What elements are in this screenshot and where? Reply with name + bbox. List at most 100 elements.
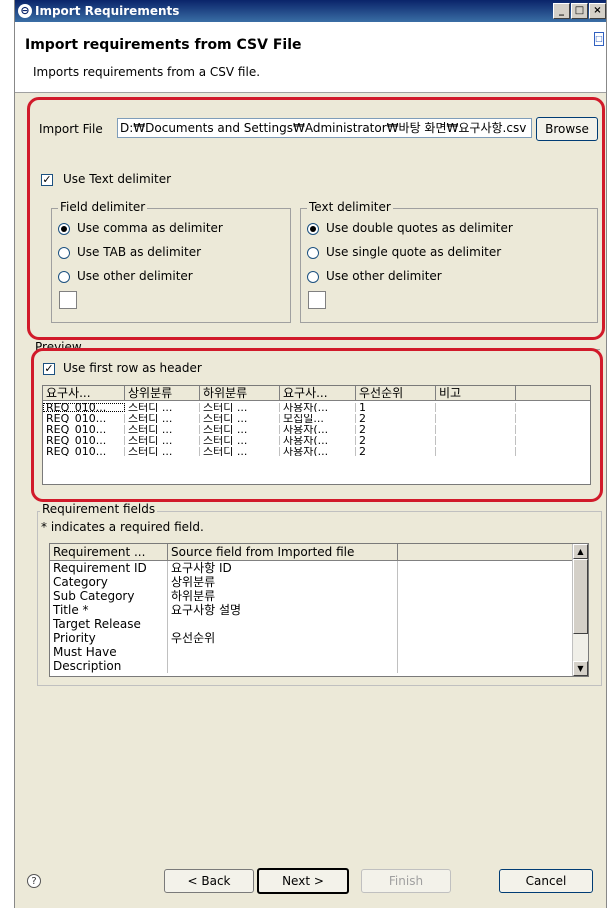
field-other-input[interactable] — [59, 291, 77, 309]
table-cell: 스터디 ... — [125, 414, 200, 423]
preview-col-header[interactable]: 하위분류 — [200, 386, 280, 400]
scroll-thumb[interactable] — [573, 559, 588, 634]
table-cell: 1 — [356, 403, 436, 412]
text-delimiter-title: Text delimiter — [307, 200, 393, 214]
next-button[interactable]: Next > — [257, 868, 349, 894]
table-cell: Priority — [50, 631, 168, 645]
preview-col-header[interactable]: 요구사... — [43, 386, 125, 400]
scroll-up-icon[interactable]: ▲ — [573, 544, 588, 559]
import-file-label: Import File — [39, 122, 103, 136]
browse-button[interactable]: Browse — [536, 117, 598, 141]
table-row[interactable]: REQ_010... 스터디 ... 스터디 ... 사용자(... 2 — [43, 447, 516, 456]
text-double-quote-radio[interactable] — [307, 223, 319, 235]
minimize-button[interactable]: _ — [553, 3, 570, 19]
preview-col-header[interactable]: 우선순위 — [356, 386, 436, 400]
cancel-button[interactable]: Cancel — [499, 869, 593, 893]
field-delimiter-title: Field delimiter — [58, 200, 148, 214]
table-cell: 상위분류 — [168, 575, 398, 589]
title-bar[interactable]: ⊖ Import Requirements _ □ × — [15, 0, 606, 22]
requirement-fields-table[interactable]: Requirement ... Source field from Import… — [49, 543, 589, 677]
table-cell: 우선순위 — [168, 631, 398, 645]
field-comma-label: Use comma as delimiter — [77, 221, 223, 235]
table-cell: 하위분류 — [168, 589, 398, 603]
table-cell — [436, 414, 516, 423]
table-cell: Requirement ID — [50, 561, 168, 575]
scroll-down-icon[interactable]: ▼ — [573, 661, 588, 676]
close-button[interactable]: × — [589, 3, 606, 19]
table-cell: Category — [50, 575, 168, 589]
text-other-label: Use other delimiter — [326, 269, 442, 283]
table-cell: REQ_010... — [43, 403, 125, 412]
table-cell — [168, 645, 398, 659]
table-cell: Title * — [50, 603, 168, 617]
text-single-quote-radio[interactable] — [307, 247, 319, 259]
table-cell: REQ_010... — [43, 447, 125, 456]
table-cell: Target Release — [50, 617, 168, 631]
wizard-description: Imports requirements from a CSV file. — [33, 65, 261, 79]
text-other-radio[interactable] — [307, 271, 319, 283]
use-text-delimiter-label: Use Text delimiter — [63, 172, 172, 186]
preview-col-header[interactable]: 요구사... — [280, 386, 356, 400]
table-row[interactable]: Target Release — [50, 617, 398, 631]
text-double-quote-label: Use double quotes as delimiter — [326, 221, 513, 235]
table-row[interactable]: Sub Category 하위분류 — [50, 589, 398, 603]
table-cell: 모집일... — [280, 414, 356, 423]
back-button[interactable]: < Back — [164, 869, 254, 893]
import-file-field[interactable]: D:₩Documents and Settings₩Administrator₩… — [117, 118, 532, 138]
table-cell: 스터디 ... — [125, 403, 200, 412]
table-cell: 2 — [356, 425, 436, 434]
table-row[interactable]: Priority 우선순위 — [50, 631, 398, 645]
table-row[interactable]: REQ_010... 스터디 ... 스터디 ... 모집일... 2 — [43, 414, 516, 423]
table-row[interactable]: Category 상위분류 — [50, 575, 398, 589]
preview-table-header: 요구사... 상위분류 하위분류 요구사... 우선순위 비고 — [43, 386, 590, 401]
finish-button: Finish — [361, 869, 451, 893]
preview-col-header-filler — [516, 386, 590, 400]
field-other-radio[interactable] — [58, 271, 70, 283]
table-row[interactable]: Description — [50, 659, 398, 673]
table-cell: REQ_010... — [43, 414, 125, 423]
req-col-header[interactable]: Source field from Imported file — [168, 544, 398, 560]
table-cell: Must Have — [50, 645, 168, 659]
table-cell: 스터디 ... — [200, 403, 280, 412]
table-cell — [436, 447, 516, 456]
table-cell — [436, 436, 516, 445]
table-cell: 사용자(... — [280, 436, 356, 445]
table-row[interactable]: Title * 요구사항 설명 — [50, 603, 398, 617]
preview-table[interactable]: 요구사... 상위분류 하위분류 요구사... 우선순위 비고 REQ_010.… — [42, 385, 591, 485]
table-row[interactable]: Must Have — [50, 645, 398, 659]
table-row[interactable]: REQ_010... 스터디 ... 스터디 ... 사용자(... 2 — [43, 436, 516, 445]
table-row[interactable]: REQ_010... 스터디 ... 스터디 ... 사용자(... 2 — [43, 425, 516, 434]
text-single-quote-label: Use single quote as delimiter — [326, 245, 502, 259]
table-cell: Description — [50, 659, 168, 673]
table-row[interactable]: REQ_010... 스터디 ... 스터디 ... 사용자(... 1 — [43, 403, 516, 412]
req-col-header[interactable]: Requirement ... — [50, 544, 168, 560]
use-text-delimiter-checkbox[interactable]: ✓ — [41, 174, 53, 186]
table-cell: 사용자(... — [280, 403, 356, 412]
table-cell — [436, 403, 516, 412]
help-icon[interactable]: ? — [27, 874, 41, 888]
table-cell: Sub Category — [50, 589, 168, 603]
field-comma-radio[interactable] — [58, 223, 70, 235]
table-cell: 스터디 ... — [200, 425, 280, 434]
required-field-note: * indicates a required field. — [41, 520, 204, 534]
field-tab-radio[interactable] — [58, 247, 70, 259]
preview-col-header[interactable]: 비고 — [436, 386, 516, 400]
table-cell: 스터디 ... — [125, 447, 200, 456]
preview-col-header[interactable]: 상위분류 — [125, 386, 200, 400]
wizard-header: Import requirements from CSV File Import… — [15, 22, 606, 93]
use-first-row-checkbox[interactable]: ✓ — [43, 363, 55, 375]
table-cell: 스터디 ... — [200, 414, 280, 423]
table-row[interactable]: Requirement ID 요구사항 ID — [50, 561, 398, 575]
table-cell: 2 — [356, 436, 436, 445]
table-cell: 스터디 ... — [125, 436, 200, 445]
maximize-button[interactable]: □ — [571, 3, 588, 19]
field-other-label: Use other delimiter — [77, 269, 193, 283]
requirement-fields-header: Requirement ... Source field from Import… — [50, 544, 572, 561]
import-requirements-window: ⊖ Import Requirements _ □ × Import requi… — [14, 0, 607, 908]
eclipse-app-icon: ⊖ — [18, 4, 32, 18]
requirement-fields-scrollbar[interactable]: ▲ ▼ — [572, 544, 588, 676]
table-cell: REQ_010... — [43, 425, 125, 434]
text-other-input[interactable] — [308, 291, 326, 309]
table-cell: 요구사항 설명 — [168, 603, 398, 617]
table-cell — [168, 617, 398, 631]
